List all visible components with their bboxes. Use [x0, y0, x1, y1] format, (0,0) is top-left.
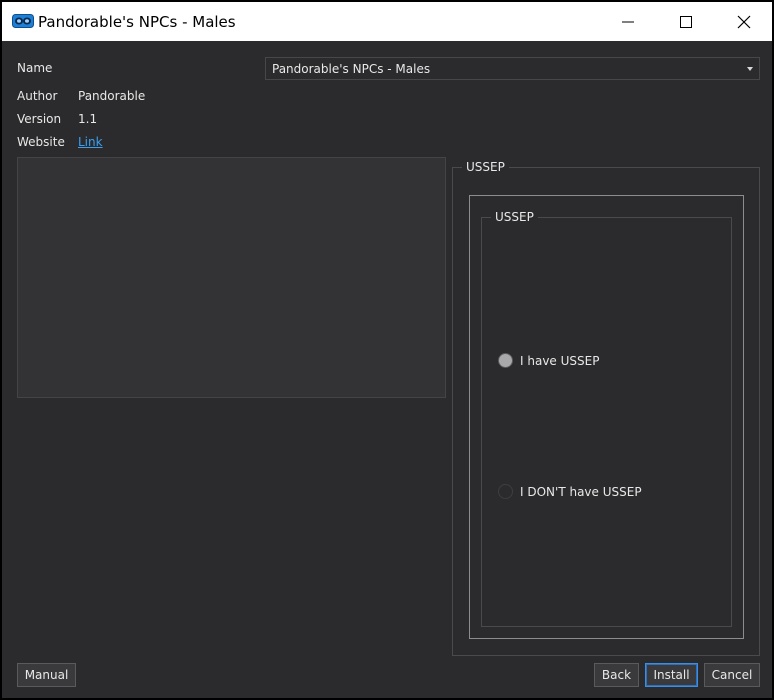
title-bar[interactable]: Pandorable's NPCs - Males [2, 2, 772, 41]
maximize-button[interactable] [657, 2, 715, 41]
website-link[interactable]: Link [78, 135, 103, 149]
website-label: Website [17, 135, 65, 149]
minimize-icon [622, 21, 634, 23]
install-button[interactable]: Install [645, 663, 698, 687]
minimize-button[interactable] [599, 2, 657, 41]
options-group-outer-title: USSEP [462, 160, 509, 174]
installer-window: Pandorable's NPCs - Males Name Pandorabl… [1, 1, 773, 699]
radio-button[interactable] [498, 484, 513, 499]
app-logo-icon [12, 14, 34, 28]
options-group-inner [481, 217, 732, 627]
option-label: I have USSEP [520, 354, 600, 368]
chevron-down-icon [747, 67, 753, 71]
option-label: I DON'T have USSEP [520, 485, 642, 499]
author-label: Author [17, 89, 58, 103]
back-button[interactable]: Back [594, 663, 639, 687]
manual-button[interactable]: Manual [17, 663, 76, 687]
close-icon [737, 15, 751, 29]
cancel-button[interactable]: Cancel [704, 663, 760, 687]
version-label: Version [17, 112, 62, 126]
author-value: Pandorable [78, 89, 146, 103]
name-label: Name [17, 61, 53, 75]
options-group-inner-title: USSEP [491, 210, 538, 224]
name-dropdown-value: Pandorable's NPCs - Males [272, 62, 431, 76]
name-dropdown[interactable]: Pandorable's NPCs - Males [265, 57, 760, 80]
window-title: Pandorable's NPCs - Males [38, 13, 236, 31]
maximize-icon [680, 16, 692, 28]
close-button[interactable] [715, 2, 773, 41]
version-value: 1.1 [78, 112, 98, 126]
description-panel [17, 157, 446, 398]
radio-button-selected[interactable] [498, 353, 513, 368]
